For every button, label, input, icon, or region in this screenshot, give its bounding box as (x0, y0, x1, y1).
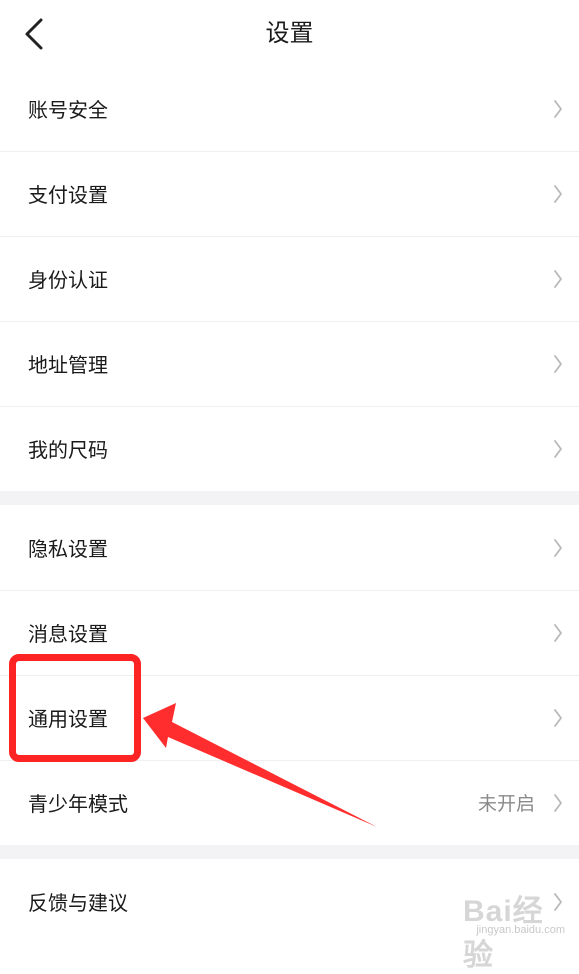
group-separator (0, 845, 579, 859)
chevron-right-icon (551, 437, 565, 461)
settings-item-label: 青少年模式 (28, 792, 128, 816)
chevron-right-icon (551, 352, 565, 376)
settings-item-label: 消息设置 (28, 622, 108, 646)
chevron-right-icon (551, 706, 565, 730)
settings-item-label: 支付设置 (28, 183, 108, 207)
chevron-right-icon (551, 621, 565, 645)
chevron-right-icon (551, 536, 565, 560)
settings-item-label: 身份认证 (28, 268, 108, 292)
settings-item-messages[interactable]: 消息设置 (0, 590, 579, 675)
group-separator (0, 491, 579, 505)
chevron-left-icon (25, 18, 43, 50)
settings-item-teen-mode[interactable]: 青少年模式 未开启 (0, 760, 579, 845)
teen-mode-status: 未开启 (477, 793, 535, 815)
top-bar: 设置 (0, 0, 579, 66)
settings-group-general: 隐私设置 消息设置 通用设置 青少年模式 未开启 (0, 505, 579, 845)
settings-item-payment[interactable]: 支付设置 (0, 151, 579, 236)
settings-item-account-security[interactable]: 账号安全 (0, 66, 579, 151)
settings-item-feedback[interactable]: 反馈与建议 (0, 859, 579, 944)
settings-item-label: 隐私设置 (28, 537, 108, 561)
settings-item-identity[interactable]: 身份认证 (0, 236, 579, 321)
settings-item-general[interactable]: 通用设置 (0, 675, 579, 760)
page-title: 设置 (265, 19, 314, 47)
chevron-right-icon (551, 890, 565, 914)
back-button[interactable] (14, 12, 54, 56)
settings-item-address[interactable]: 地址管理 (0, 321, 579, 406)
settings-item-label: 反馈与建议 (28, 891, 128, 915)
chevron-right-icon (551, 182, 565, 206)
settings-item-label: 地址管理 (28, 353, 108, 377)
settings-group-account: 账号安全 支付设置 身份认证 地址管理 我的尺码 (0, 66, 579, 491)
settings-item-my-size[interactable]: 我的尺码 (0, 406, 579, 491)
settings-item-label: 账号安全 (28, 98, 108, 122)
chevron-right-icon (551, 791, 565, 815)
chevron-right-icon (551, 97, 565, 121)
settings-group-feedback: 反馈与建议 (0, 859, 579, 944)
settings-item-label: 我的尺码 (28, 438, 108, 462)
settings-item-privacy[interactable]: 隐私设置 (0, 505, 579, 590)
settings-item-label: 通用设置 (28, 707, 108, 731)
chevron-right-icon (551, 267, 565, 291)
